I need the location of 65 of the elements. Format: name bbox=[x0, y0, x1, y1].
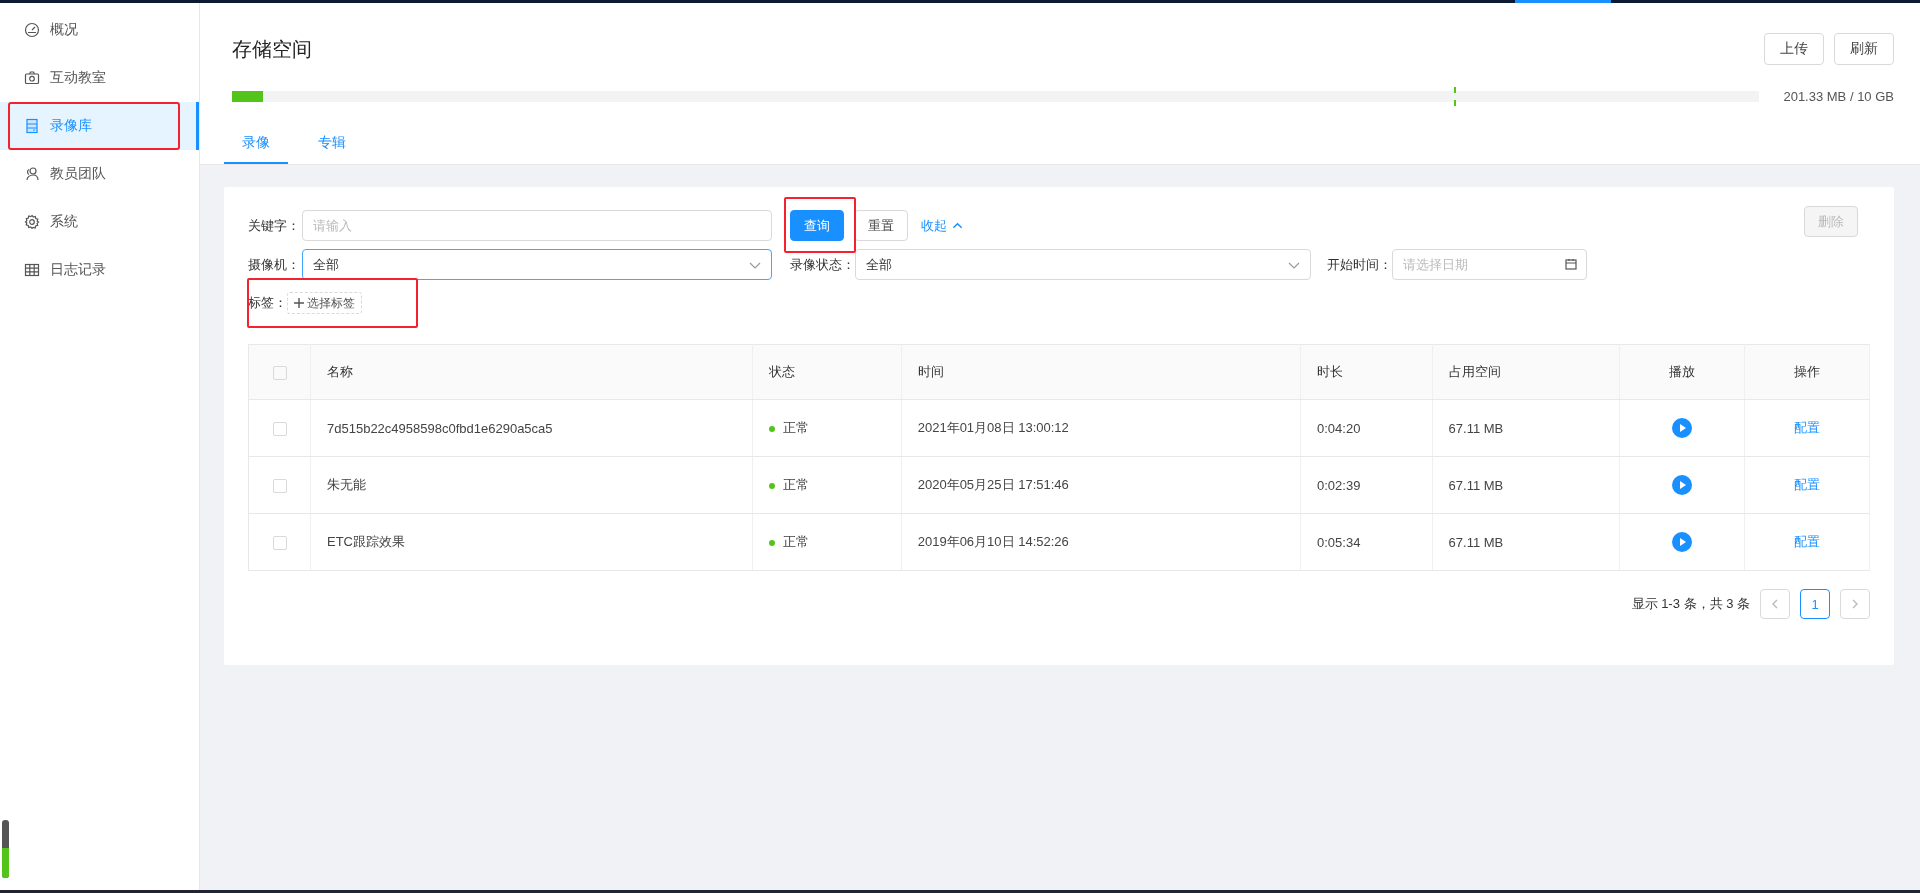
people-icon bbox=[24, 166, 40, 182]
field-label: 开始时间： bbox=[1327, 255, 1392, 274]
reset-button[interactable]: 重置 bbox=[854, 210, 908, 241]
select-tag-button[interactable]: 选择标签 bbox=[287, 292, 362, 314]
sidebar-item[interactable]: 互动教室 bbox=[0, 54, 199, 102]
table-cell: 67.11 MB bbox=[1432, 456, 1620, 514]
threshold-mark bbox=[1453, 87, 1456, 106]
previous-page-button[interactable] bbox=[1760, 589, 1790, 619]
calendar-icon bbox=[1565, 258, 1577, 270]
table-cell: 67.11 MB bbox=[1432, 513, 1620, 571]
status-cell: 正常 bbox=[752, 513, 902, 571]
field-label: 标签： bbox=[248, 294, 287, 312]
status-cell: 正常 bbox=[752, 456, 902, 514]
table-cell: 2019年06月10日 14:52:26 bbox=[901, 513, 1301, 571]
settings-icon bbox=[24, 214, 40, 230]
column-header: 播放 bbox=[1619, 344, 1745, 400]
toolbar-button[interactable]: 上传 bbox=[1764, 33, 1824, 65]
field-label: 摄像机： bbox=[248, 255, 300, 274]
column-header: 操作 bbox=[1744, 344, 1870, 400]
column-header: 名称 bbox=[310, 344, 753, 400]
gauge-icon bbox=[24, 22, 40, 38]
pagination-summary: 显示 1-3 条，共 3 条 bbox=[1631, 595, 1750, 613]
checkbox[interactable] bbox=[272, 365, 287, 380]
camera-icon bbox=[24, 70, 40, 86]
field-label: 录像状态： bbox=[790, 255, 855, 274]
checkbox[interactable] bbox=[272, 478, 287, 493]
page-title: 存储空间 bbox=[232, 36, 312, 62]
column-header: 占用空间 bbox=[1432, 344, 1620, 400]
sidebar-item[interactable]: 日志记录 bbox=[0, 246, 199, 294]
table-cell: 0:05:34 bbox=[1300, 513, 1433, 571]
table-cell: 朱无能 bbox=[310, 456, 753, 514]
storage-reading: 201.33 MB / 10 GB bbox=[1783, 89, 1894, 104]
table-cell: 7d515b22c4958598c0fbd1e6290a5ca5 bbox=[310, 399, 753, 457]
toolbar-button[interactable]: 刷新 bbox=[1834, 33, 1894, 65]
table-cell: ETC跟踪效果 bbox=[310, 513, 753, 571]
checkbox[interactable] bbox=[272, 421, 287, 436]
chevron-up-icon bbox=[952, 220, 963, 231]
column-header: 时间 bbox=[901, 344, 1301, 400]
sidebar-item[interactable]: 概况 bbox=[0, 6, 199, 54]
dropdown-select[interactable]: 全部 bbox=[302, 249, 772, 280]
next-page-button[interactable] bbox=[1840, 589, 1870, 619]
table-icon bbox=[24, 262, 40, 278]
play-icon[interactable] bbox=[1671, 532, 1692, 552]
chevron-left-icon bbox=[1770, 599, 1780, 609]
book-icon bbox=[24, 118, 40, 134]
table-cell: 67.11 MB bbox=[1432, 399, 1620, 457]
checkbox[interactable] bbox=[272, 535, 287, 550]
column-header: 时长 bbox=[1300, 344, 1433, 400]
play-icon[interactable] bbox=[1671, 475, 1692, 495]
table-cell: 2020年05月25日 17:51:46 bbox=[901, 456, 1301, 514]
status-cell: 正常 bbox=[752, 399, 902, 457]
date-input[interactable]: 请选择日期 bbox=[1392, 249, 1587, 280]
chevron-right-icon bbox=[1850, 599, 1860, 609]
table-cell: 2021年01月08日 13:00:12 bbox=[901, 399, 1301, 457]
keyword-input[interactable]: 请输入 bbox=[302, 210, 772, 241]
scrollbar-thumb[interactable] bbox=[2, 820, 9, 878]
sidebar-item[interactable]: 系统 bbox=[0, 198, 199, 246]
plus-icon bbox=[294, 298, 304, 308]
play-icon[interactable] bbox=[1671, 418, 1692, 438]
table-cell: 0:02:39 bbox=[1300, 456, 1433, 514]
table-cell: 0:04:20 bbox=[1300, 399, 1433, 457]
column-header: 状态 bbox=[752, 344, 902, 400]
field-label: 关键字： bbox=[248, 216, 300, 235]
dropdown-select[interactable]: 全部 bbox=[855, 249, 1311, 280]
sidebar-item[interactable]: 教员团队 bbox=[0, 150, 199, 198]
